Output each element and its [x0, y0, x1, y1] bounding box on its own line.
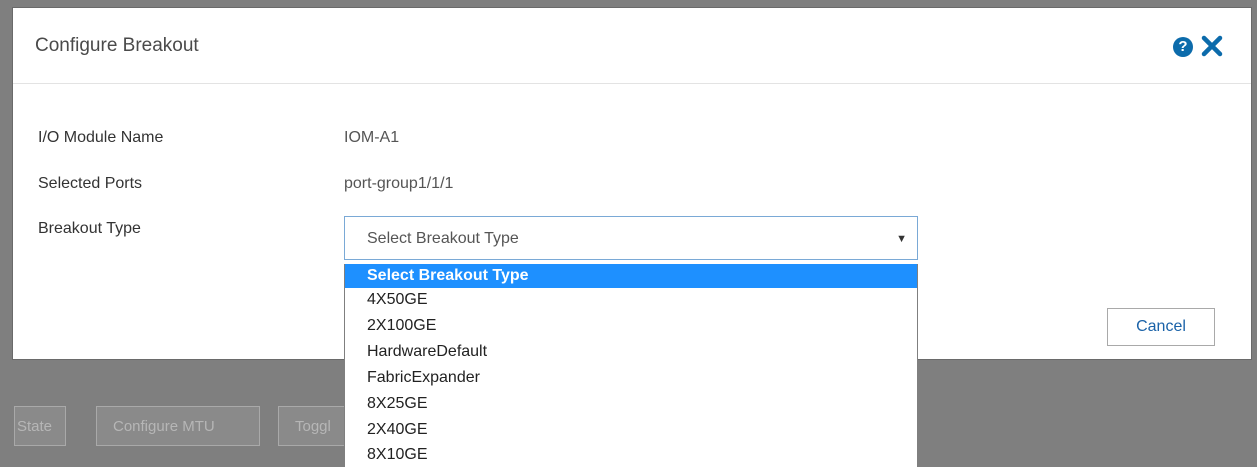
state-button: State [14, 406, 66, 446]
breakout-type-options: Select Breakout Type 4X50GE 2X100GE Hard… [344, 264, 918, 467]
close-icon[interactable] [1201, 33, 1223, 59]
selected-ports-value: port-group1/1/1 [344, 175, 454, 192]
dialog-header: Configure Breakout ? [13, 8, 1251, 84]
breakout-type-label: Breakout Type [38, 220, 141, 237]
option-4x50ge[interactable]: 4X50GE [345, 288, 917, 312]
selected-ports-label: Selected Ports [38, 175, 143, 192]
io-module-name-value: IOM-A1 [344, 129, 400, 146]
option-2x40ge[interactable]: 2X40GE [345, 418, 917, 442]
dropdown-arrow-icon: ▼ [896, 233, 907, 245]
dialog-title: Configure Breakout [35, 35, 199, 56]
help-icon[interactable]: ? [1173, 37, 1193, 57]
option-fabricexpander[interactable]: FabricExpander [345, 366, 917, 390]
option-2x100ge[interactable]: 2X100GE [345, 314, 917, 338]
breakout-type-select[interactable]: Select Breakout Type ▼ [344, 216, 918, 260]
option-select-breakout-type[interactable]: Select Breakout Type [345, 264, 917, 288]
toggle-button: Toggl [278, 406, 350, 446]
io-module-name-label: I/O Module Name [38, 129, 164, 146]
page: State Configure MTU Toggl Configure Brea… [0, 0, 1257, 467]
option-8x25ge[interactable]: 8X25GE [345, 392, 917, 416]
configure-mtu-button: Configure MTU [96, 406, 260, 446]
cancel-button[interactable]: Cancel [1107, 308, 1215, 346]
breakout-type-select-value: Select Breakout Type [367, 230, 519, 247]
option-hardwaredefault[interactable]: HardwareDefault [345, 340, 917, 364]
option-8x10ge[interactable]: 8X10GE [345, 443, 917, 467]
